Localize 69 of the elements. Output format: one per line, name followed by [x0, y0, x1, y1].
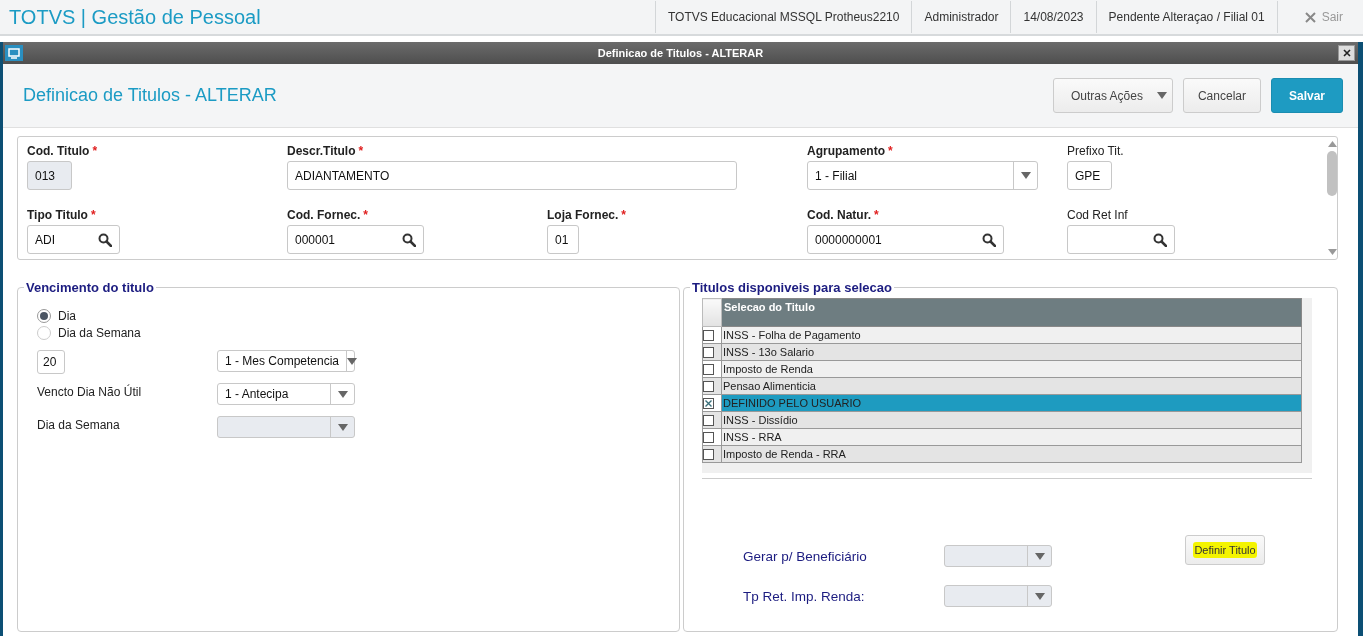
- checkbox[interactable]: [703, 363, 714, 375]
- input-field[interactable]: GPE: [1067, 161, 1112, 190]
- field-label: Cod. Fornec. *: [287, 208, 369, 224]
- checkbox[interactable]: [703, 397, 714, 409]
- status-item: TOTVS Educacional MSSQL Protheus2210: [655, 1, 912, 33]
- dropdown[interactable]: 1 - Mes Competencia: [217, 350, 355, 372]
- field-label: Descr.Titulo *: [287, 144, 365, 160]
- radio-button[interactable]: [37, 308, 51, 323]
- radio-button[interactable]: [37, 325, 51, 340]
- lookup-field[interactable]: [1067, 225, 1175, 254]
- scroll-up-icon: [1327, 141, 1337, 147]
- section-title: Titulos disponiveis para selecao: [691, 280, 893, 295]
- field-label: Tipo Titulo *: [27, 208, 97, 224]
- app-title: TOTVS | Gestão de Pessoal: [9, 5, 262, 29]
- checkbox[interactable]: [703, 380, 714, 392]
- field-label: Agrupamento *: [807, 144, 894, 160]
- lookup-field[interactable]: 000001: [287, 225, 424, 254]
- cancel-button[interactable]: Cancelar: [1182, 78, 1261, 113]
- status-item: 14/08/2023: [1010, 1, 1096, 33]
- window-icon: [5, 45, 23, 61]
- checkbox[interactable]: [703, 448, 714, 460]
- checkbox[interactable]: [703, 431, 714, 443]
- radio-option[interactable]: Dia da Semana: [37, 324, 679, 341]
- caret-icon: [337, 423, 348, 431]
- lookup-field[interactable]: ADI: [27, 225, 120, 254]
- input-field[interactable]: ADIANTAMENTO: [287, 161, 737, 190]
- scroll-down-icon: [1327, 249, 1337, 255]
- checkbox[interactable]: [703, 329, 714, 341]
- caret-icon: [337, 390, 348, 398]
- search-icon: [98, 232, 112, 247]
- search-icon: [982, 232, 996, 247]
- field-label: Cod Ret Inf: [1067, 208, 1129, 224]
- actions-menu-button[interactable]: Outras Ações: [1052, 78, 1173, 113]
- field-label: Cod. Titulo *: [27, 144, 99, 160]
- field-label: Vencto Dia Não Útil: [37, 383, 143, 399]
- dropdown[interactable]: 1 - Antecipa: [217, 383, 355, 405]
- checkbox[interactable]: [703, 346, 714, 358]
- caret-icon: [1156, 92, 1167, 99]
- radio-option[interactable]: Dia: [37, 307, 679, 324]
- close-button[interactable]: [1338, 45, 1355, 61]
- field-label: Loja Fornec. *: [547, 208, 627, 224]
- input-field[interactable]: 01: [547, 225, 579, 254]
- caret-icon: [1020, 172, 1031, 179]
- search-icon: [1153, 232, 1167, 247]
- checkbox[interactable]: [703, 414, 714, 426]
- caret-icon: [347, 357, 358, 365]
- define-button[interactable]: Definir Titulo: [1185, 535, 1265, 565]
- table-cell[interactable]: INSS - Folha de Pagamento: [721, 326, 1302, 344]
- close-icon: [1342, 49, 1351, 57]
- input-field[interactable]: 20: [37, 350, 65, 374]
- lookup-field[interactable]: 0000000001: [807, 225, 1004, 254]
- page-heading: Definicao de Titulos - ALTERAR: [23, 85, 278, 106]
- search-icon: [402, 232, 416, 247]
- table-cell[interactable]: Imposto de Renda: [721, 360, 1302, 378]
- status-item: Pendente Alteraçao / Filial 01: [1095, 1, 1277, 33]
- dialog-title: Definicao de Titulos - ALTERAR: [596, 47, 765, 59]
- caret-icon: [1034, 592, 1045, 600]
- column-header: Selecao do Titulo: [721, 298, 1302, 327]
- field-label: Cod. Natur. *: [807, 208, 880, 224]
- field-label: Gerar p/ Beneficiário: [743, 548, 868, 564]
- table-cell[interactable]: INSS - RRA: [721, 428, 1302, 446]
- section-title: Vencimento do titulo: [25, 280, 155, 295]
- dropdown[interactable]: 1 - Filial: [807, 161, 1038, 190]
- field-label: Dia da Semana: [37, 417, 121, 432]
- field-label: Prefixo Tit.: [1067, 144, 1125, 160]
- close-icon: [1304, 11, 1316, 23]
- caret-icon: [1034, 552, 1045, 560]
- field-label: Tp Ret. Imp. Renda:: [743, 588, 866, 604]
- status-item: Administrador: [911, 1, 1011, 33]
